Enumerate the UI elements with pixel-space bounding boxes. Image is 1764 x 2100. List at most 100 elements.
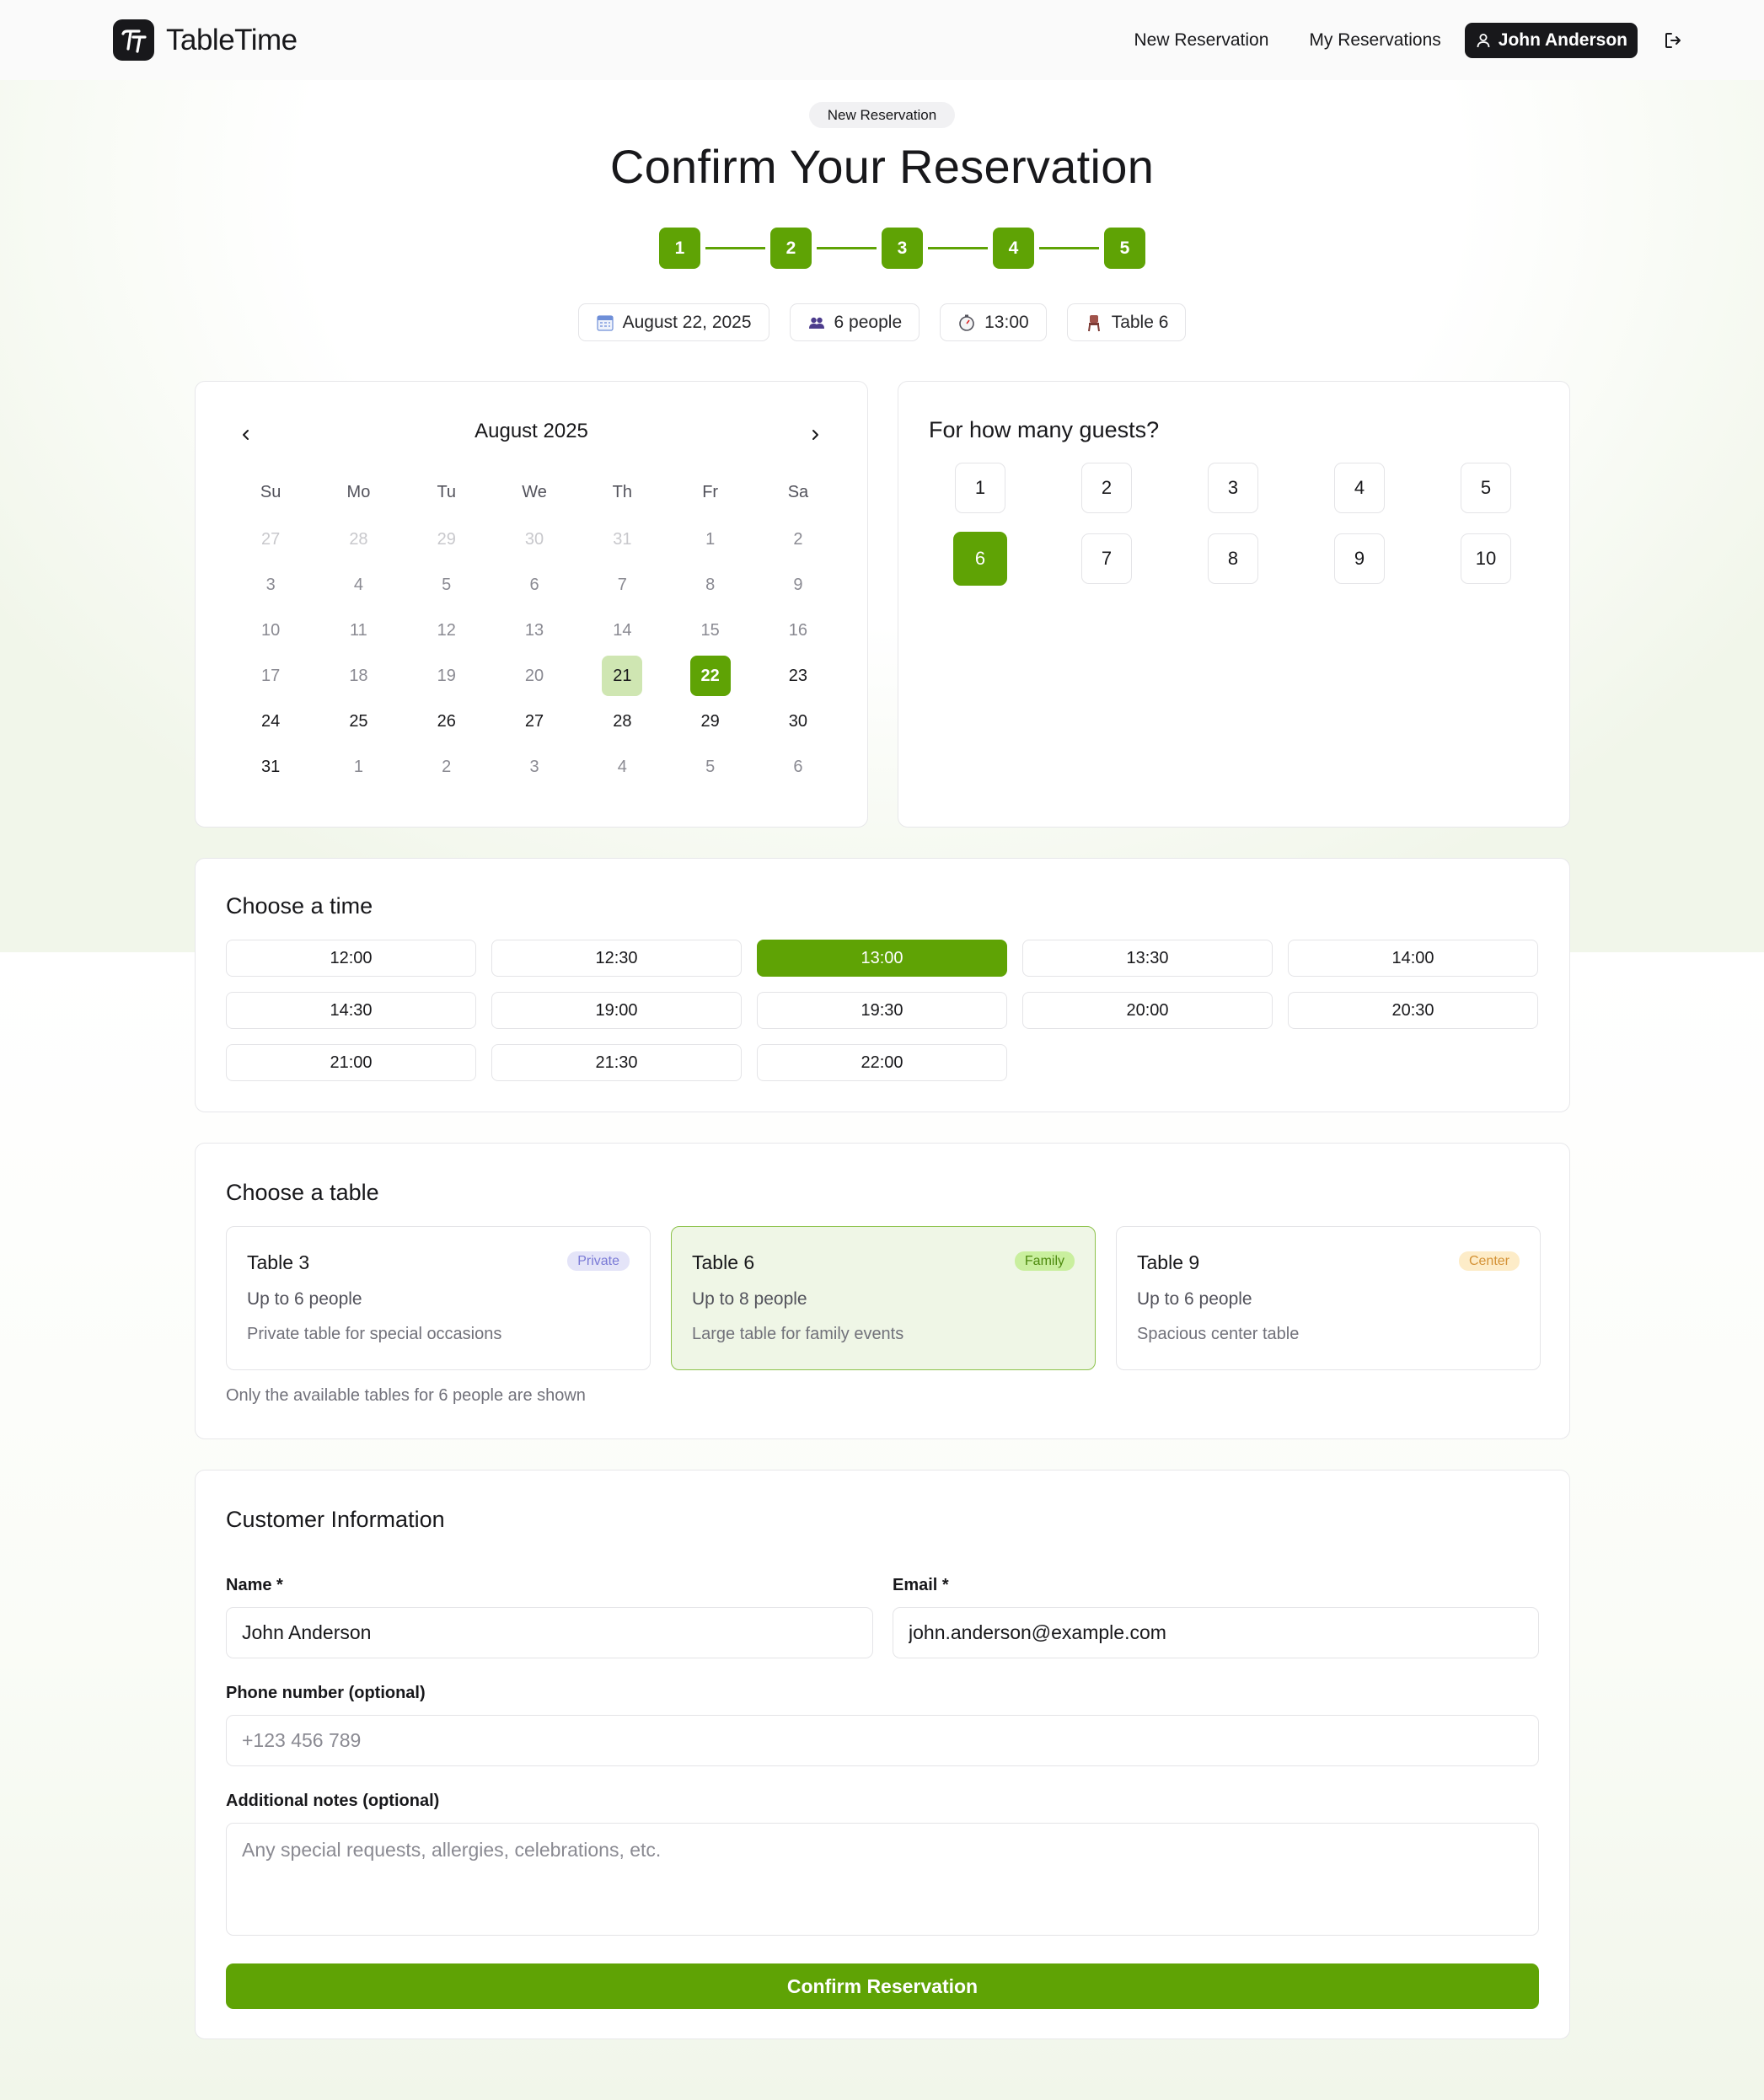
time-slot[interactable]: 20:00 bbox=[1022, 992, 1273, 1029]
table-name: Table 6 bbox=[692, 1251, 755, 1273]
time-slot[interactable]: 12:30 bbox=[491, 940, 742, 977]
guest-option[interactable]: 2 bbox=[1081, 463, 1132, 513]
calendar-day[interactable]: 27 bbox=[491, 701, 578, 742]
brand[interactable]: TableTime bbox=[113, 19, 298, 61]
calendar-day-past: 18 bbox=[349, 666, 368, 685]
step-connector bbox=[705, 247, 765, 249]
guest-count-card: For how many guests? 1 2 3 4 5 6 7 8 9 1… bbox=[898, 381, 1570, 828]
time-slot[interactable]: 19:00 bbox=[491, 992, 742, 1029]
calendar-day-outside: 28 bbox=[349, 529, 368, 549]
weekday-label: Th bbox=[612, 482, 632, 501]
step-5[interactable]: 5 bbox=[1104, 228, 1145, 269]
main-nav: New Reservation My Reservations John And… bbox=[1134, 22, 1685, 58]
time-slot-grid: 12:00 12:30 13:00 13:30 14:00 14:30 19:0… bbox=[226, 940, 1538, 1081]
calendar-day-outside[interactable]: 6 bbox=[754, 747, 842, 787]
calendar-day[interactable]: 28 bbox=[578, 701, 666, 742]
calendar-day[interactable]: 29 bbox=[666, 701, 753, 742]
weekday-label: Fr bbox=[702, 482, 719, 501]
calendar-day-selected[interactable]: 22 bbox=[666, 656, 753, 696]
calendar-day-past: 2 bbox=[793, 529, 803, 549]
confirm-reservation-button[interactable]: Confirm Reservation bbox=[226, 1963, 1539, 2009]
time-slot[interactable]: 20:30 bbox=[1288, 992, 1538, 1029]
time-slot[interactable]: 14:00 bbox=[1288, 940, 1538, 977]
time-slot[interactable]: 22:00 bbox=[757, 1044, 1007, 1081]
table-options: Table 3 Private Up to 6 people Private t… bbox=[226, 1226, 1541, 1370]
calendar-grid: Su Mo Tu We Th Fr Sa 27 28 29 30 31 1 2 … bbox=[227, 468, 842, 790]
calendar-day-past: 13 bbox=[524, 620, 544, 640]
table-option-selected[interactable]: Table 6 Family Up to 8 people Large tabl… bbox=[671, 1226, 1096, 1370]
guest-option[interactable]: 9 bbox=[1334, 533, 1385, 584]
calendar-day-outside[interactable]: 3 bbox=[491, 747, 578, 787]
table-capacity: Up to 6 people bbox=[247, 1289, 362, 1309]
table-option[interactable]: Table 3 Private Up to 6 people Private t… bbox=[226, 1226, 651, 1370]
calendar-day-outside: 27 bbox=[261, 529, 281, 549]
time-slot[interactable]: 21:30 bbox=[491, 1044, 742, 1081]
guest-option-selected[interactable]: 6 bbox=[953, 532, 1007, 586]
calendar-day-outside[interactable]: 1 bbox=[314, 747, 402, 787]
calendar-day-outside[interactable]: 4 bbox=[578, 747, 666, 787]
guest-option[interactable]: 7 bbox=[1081, 533, 1132, 584]
nav-new-reservation[interactable]: New Reservation bbox=[1134, 30, 1268, 51]
name-input[interactable] bbox=[226, 1607, 873, 1658]
time-picker-card: Choose a time 12:00 12:30 13:00 13:30 14… bbox=[195, 858, 1570, 1112]
calendar-day-past: 4 bbox=[353, 575, 363, 594]
calendar-week: 24 25 26 27 28 29 30 bbox=[227, 699, 842, 744]
calendar-day[interactable]: 31 bbox=[227, 747, 314, 787]
summary-table: Table 6 bbox=[1111, 312, 1169, 332]
table-capacity: Up to 6 people bbox=[1137, 1289, 1252, 1309]
weekday-label: Tu bbox=[437, 482, 457, 501]
calendar-day-today[interactable]: 21 bbox=[578, 656, 666, 696]
user-menu-button[interactable]: John Anderson bbox=[1464, 22, 1638, 58]
guest-option[interactable]: 3 bbox=[1208, 463, 1258, 513]
table-capacity: Up to 8 people bbox=[692, 1289, 807, 1309]
notes-label: Additional notes (optional) bbox=[226, 1792, 440, 1810]
chair-icon bbox=[1087, 314, 1100, 331]
guest-option[interactable]: 5 bbox=[1461, 463, 1511, 513]
calendar-day-past: 20 bbox=[524, 666, 544, 685]
time-slot[interactable]: 14:30 bbox=[226, 992, 476, 1029]
step-4[interactable]: 4 bbox=[993, 228, 1034, 269]
time-slot-selected[interactable]: 13:00 bbox=[757, 940, 1007, 977]
stopwatch-icon bbox=[959, 314, 974, 331]
calendar-day[interactable]: 30 bbox=[754, 701, 842, 742]
next-month-button[interactable] bbox=[802, 422, 828, 447]
step-2[interactable]: 2 bbox=[770, 228, 812, 269]
guest-option[interactable]: 1 bbox=[955, 463, 1005, 513]
time-slot[interactable]: 21:00 bbox=[226, 1044, 476, 1081]
table-picker-title: Choose a table bbox=[226, 1180, 379, 1205]
step-1[interactable]: 1 bbox=[659, 228, 700, 269]
table-description: Spacious center table bbox=[1137, 1325, 1300, 1343]
phone-input[interactable] bbox=[226, 1715, 1539, 1766]
summary-guests: 6 people bbox=[834, 312, 903, 332]
calendar-day-outside: 29 bbox=[437, 529, 456, 549]
calendar-day[interactable]: 23 bbox=[754, 656, 842, 696]
table-tag: Center bbox=[1458, 1251, 1520, 1271]
time-slot[interactable]: 19:30 bbox=[757, 992, 1007, 1029]
calendar-day-outside[interactable]: 5 bbox=[666, 747, 753, 787]
nav-my-reservations[interactable]: My Reservations bbox=[1309, 30, 1440, 51]
table-description: Private table for special occasions bbox=[247, 1325, 502, 1343]
guest-option[interactable]: 8 bbox=[1208, 533, 1258, 584]
notes-textarea[interactable] bbox=[226, 1823, 1539, 1936]
calendar-day-outside[interactable]: 2 bbox=[403, 747, 491, 787]
time-slot[interactable]: 12:00 bbox=[226, 940, 476, 977]
logout-button[interactable] bbox=[1661, 29, 1685, 52]
guest-option[interactable]: 4 bbox=[1334, 463, 1385, 513]
time-slot[interactable]: 13:30 bbox=[1022, 940, 1273, 977]
guest-option[interactable]: 10 bbox=[1461, 533, 1511, 584]
calendar-day[interactable]: 25 bbox=[314, 701, 402, 742]
calendar-day[interactable]: 26 bbox=[403, 701, 491, 742]
table-option[interactable]: Table 9 Center Up to 6 people Spacious c… bbox=[1116, 1226, 1541, 1370]
step-indicator: 1 2 3 4 5 bbox=[659, 228, 1145, 269]
step-connector bbox=[928, 247, 988, 249]
email-input[interactable] bbox=[893, 1607, 1539, 1658]
reservation-summary: August 22, 2025 6 people 13:00 Table 6 bbox=[0, 303, 1764, 341]
calendar-day-past: 19 bbox=[437, 666, 456, 685]
user-name: John Anderson bbox=[1498, 29, 1627, 50]
calendar-week: 3 4 5 6 7 8 9 bbox=[227, 562, 842, 608]
calendar-day-past: 3 bbox=[265, 575, 276, 594]
step-3[interactable]: 3 bbox=[882, 228, 923, 269]
summary-table-chip: Table 6 bbox=[1066, 303, 1187, 341]
calendar-day-past: 1 bbox=[705, 529, 716, 549]
calendar-day[interactable]: 24 bbox=[227, 701, 314, 742]
